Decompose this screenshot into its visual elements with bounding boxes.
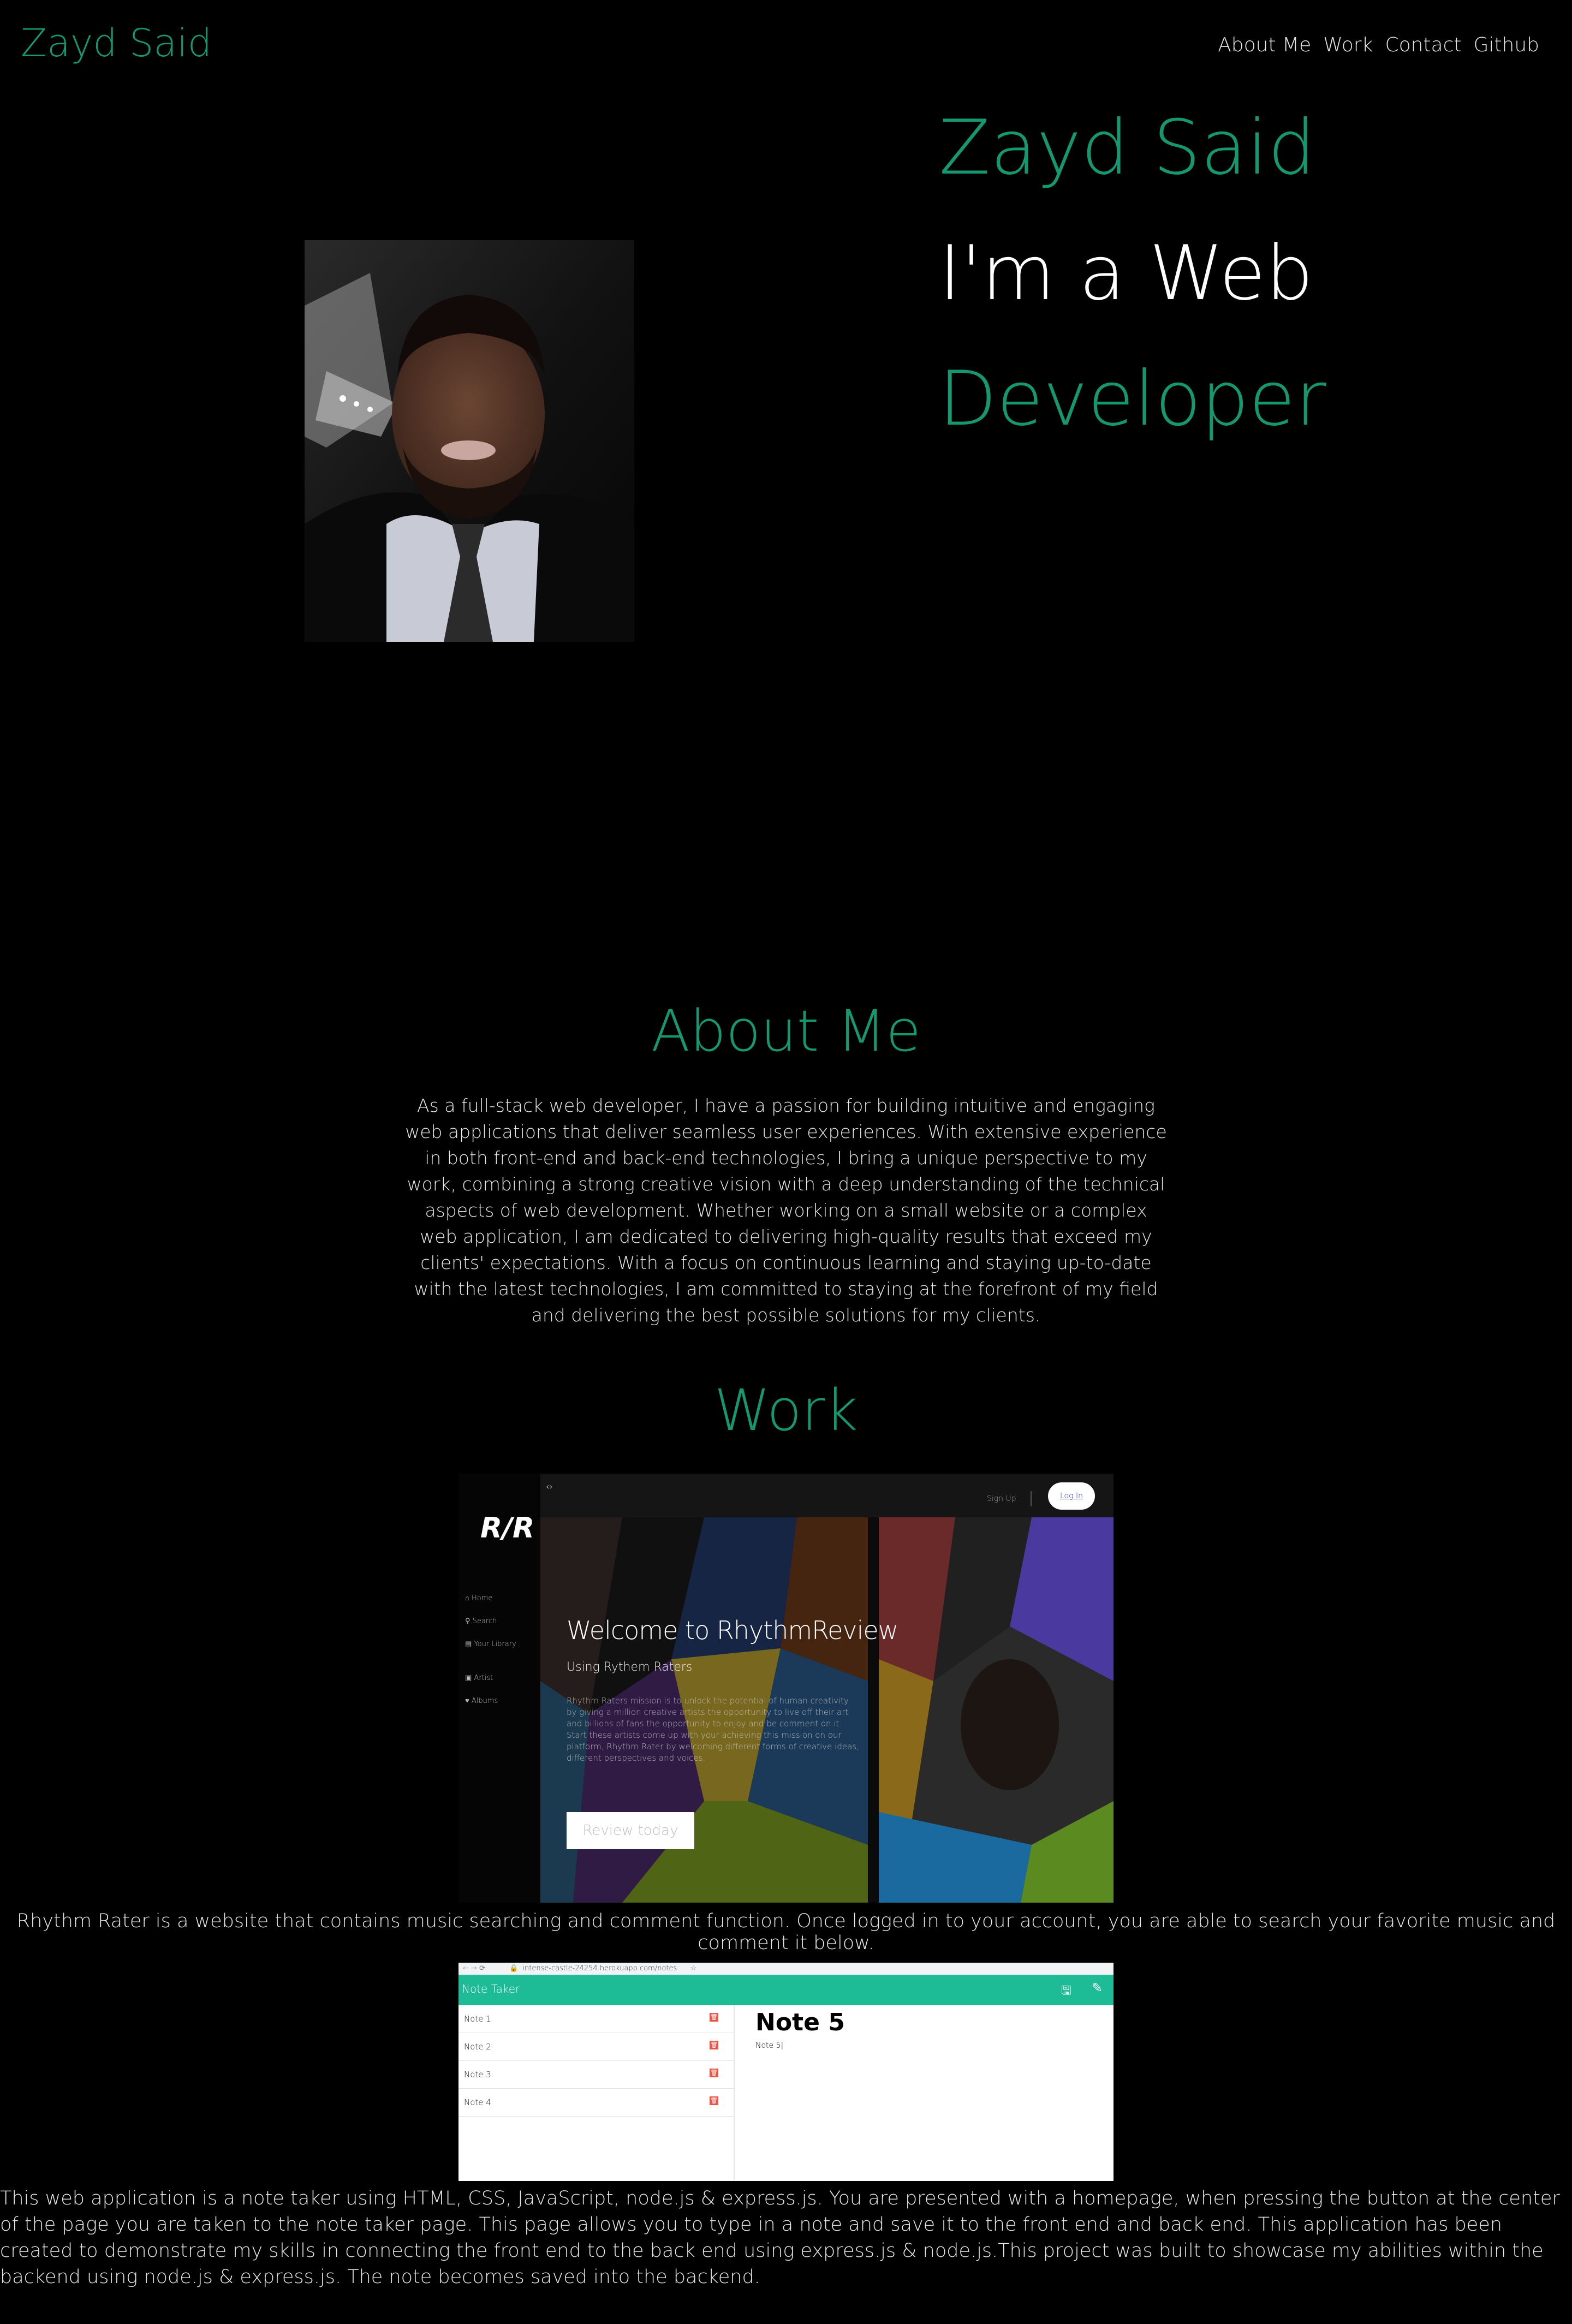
delete-icon[interactable]: 🗑 (710, 2013, 718, 2022)
note-title: Note 4 (464, 2097, 491, 2107)
hero-tagline-line1: I'm a Web (939, 229, 1314, 317)
about-text: As a full-stack web developer, I have a … (405, 1095, 1167, 1326)
rr-subtitle: Using Rythem Raters (567, 1660, 693, 1674)
nav-about[interactable]: About Me (1218, 34, 1311, 56)
nav-contact[interactable]: Contact (1385, 34, 1461, 56)
note-title: Note 3 (464, 2070, 491, 2079)
about-title: About Me (651, 998, 921, 1064)
rr-nav-artist[interactable]: ▣ Artist (465, 1667, 516, 1690)
rr-nav-home[interactable]: ⌂ Home (465, 1587, 516, 1610)
nav-github[interactable]: Github (1474, 34, 1540, 56)
list-item[interactable]: Note 4 🗑 (458, 2089, 734, 2117)
list-item[interactable]: Note 2 🗑 (458, 2033, 734, 2061)
project-rhythm-rater-screenshot[interactable]: R/R ⌂ Home ⚲ Search ▤ Your Library ▣ Art… (458, 1474, 1114, 1903)
rr-nav-library[interactable]: ▤ Your Library (465, 1633, 516, 1656)
note-title: Note 1 (464, 2014, 491, 2024)
work-title: Work (714, 1377, 858, 1444)
rr-nav-albums[interactable]: ♥ Albums (465, 1690, 516, 1713)
rr-logo: R/R (480, 1512, 535, 1545)
rr-nav-search[interactable]: ⚲ Search (465, 1610, 516, 1633)
rr-back-forward-icon[interactable]: ‹› (546, 1481, 553, 1492)
note-taker-navbar: Note Taker 🖫 ✎ (458, 1975, 1114, 2005)
note-list: Note 1 🗑 Note 2 🗑 Note 3 🗑 Note 4 🗑 (458, 2005, 735, 2181)
list-item[interactable]: Note 1 🗑 (458, 2005, 734, 2033)
browser-url[interactable]: intense-castle-24254.herokuapp.com/notes (522, 1964, 677, 1973)
list-item[interactable]: Note 3 🗑 (458, 2061, 734, 2089)
browser-address-bar: ← → ⟳ 🔒 intense-castle-24254.herokuapp.c… (458, 1963, 1114, 1975)
rr-nav: ⌂ Home ⚲ Search ▤ Your Library ▣ Artist … (465, 1587, 516, 1713)
nav-work[interactable]: Work (1323, 34, 1373, 56)
new-note-pencil-icon[interactable]: ✎ (1092, 1980, 1103, 1995)
rr-signup-link[interactable]: Sign Up (987, 1494, 1016, 1503)
rr-divider (1031, 1491, 1032, 1506)
browser-nav-icons[interactable]: ← → ⟳ (463, 1964, 485, 1973)
hero-name: Zayd Said (939, 104, 1316, 192)
rr-login-button[interactable]: Log In (1048, 1482, 1095, 1510)
bookmark-star-icon[interactable]: ☆ (690, 1964, 696, 1973)
rr-welcome-heading: Welcome to RhythmReview (567, 1616, 898, 1645)
project-note-taker-screenshot[interactable]: ← → ⟳ 🔒 intense-castle-24254.herokuapp.c… (458, 1963, 1114, 2181)
note-text-area[interactable]: Note 5| (755, 2041, 783, 2050)
rr-topbar: ‹› Sign Up Log In (540, 1474, 1114, 1517)
delete-icon[interactable]: 🗑 (710, 2096, 718, 2105)
lock-icon: 🔒 (509, 1964, 519, 1973)
rr-mission-text: Rhythm Raters mission is to unlock the p… (567, 1696, 859, 1763)
rr-hero-collage: Welcome to RhythmReview Using Rythem Rat… (540, 1517, 1114, 1903)
project-rhythm-rater-caption: Rhythm Rater is a website that contains … (16, 1910, 1556, 1954)
hero-tagline-line2: Developer (939, 355, 1326, 443)
rr-sidebar: R/R ⌂ Home ⚲ Search ▤ Your Library ▣ Art… (458, 1474, 540, 1903)
rr-review-today-button[interactable]: Review today (567, 1812, 694, 1849)
delete-icon[interactable]: 🗑 (710, 2069, 718, 2077)
delete-icon[interactable]: 🗑 (710, 2041, 718, 2049)
main-nav: About Me Work Contact Github (1218, 34, 1539, 56)
note-taker-title: Note Taker (462, 1982, 520, 1995)
save-note-icon[interactable]: 🖫 (1061, 1981, 1071, 2002)
note-title: Note 2 (464, 2042, 491, 2052)
project-note-taker-caption: This web application is a note taker usi… (0, 2188, 1560, 2288)
profile-photo (305, 240, 634, 642)
note-title-input[interactable]: Note 5 (755, 2009, 845, 2036)
brand-logo[interactable]: Zayd Said (21, 21, 212, 65)
